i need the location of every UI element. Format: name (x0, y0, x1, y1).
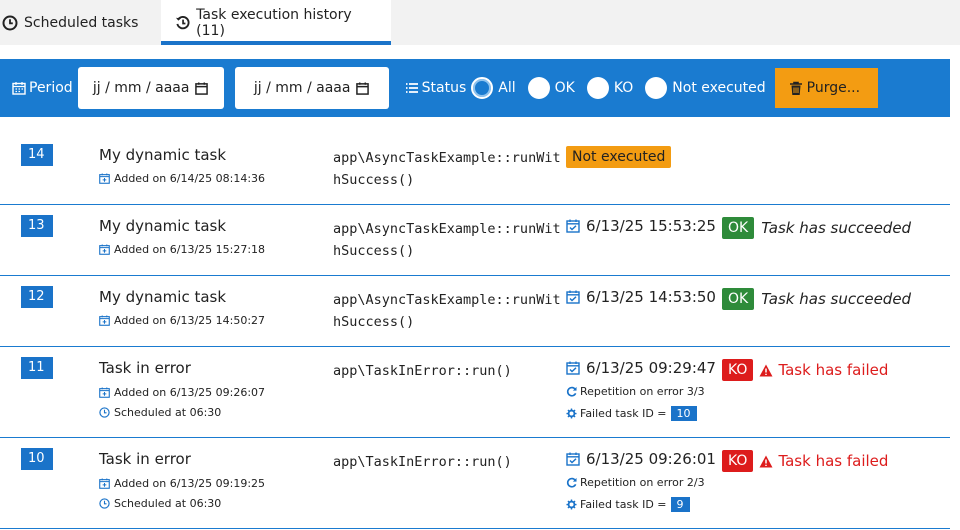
redo-icon (566, 477, 577, 488)
radio-icon (645, 77, 668, 99)
warning-icon (759, 455, 773, 467)
task-method: app\TaskInError::run() (333, 454, 512, 470)
warning-icon (759, 364, 773, 376)
executed-date: 6/13/25 09:29:47 (566, 359, 716, 377)
added-date: Added on 6/14/25 08:14:36 (99, 172, 265, 185)
status-cell: KO Task has failed (722, 359, 888, 381)
status-radio-ko[interactable]: KO (586, 77, 633, 99)
status-radio-all[interactable]: All (471, 77, 516, 99)
task-id-badge: 11 (21, 357, 53, 379)
status-cell: Not executed (566, 146, 672, 168)
date-from-input[interactable]: jj / mm / aaaa (77, 67, 224, 109)
list-icon (405, 83, 418, 93)
status-badge: Not executed (566, 146, 672, 168)
failed-task-id-link[interactable]: 10 (670, 406, 697, 421)
clock-icon (99, 407, 110, 418)
task-name: My dynamic task (99, 288, 227, 306)
status-message: Task has failed (759, 452, 888, 470)
period-label: Period (12, 80, 73, 96)
list-item: 13 My dynamic task Added on 6/13/25 15:2… (0, 205, 950, 276)
execution-history-list: 14 My dynamic task Added on 6/14/25 08:1… (0, 134, 950, 529)
list-item: 11 Task in error Added on 6/13/25 09:26:… (0, 347, 950, 438)
status-radio-ok[interactable]: OK (527, 77, 575, 99)
scheduled-time: Scheduled at 06:30 (99, 406, 221, 419)
status-badge: OK (722, 217, 755, 239)
calendar-check-icon (566, 452, 580, 466)
filter-bar: Period jj / mm / aaaa jj / mm / aaaa Sta… (0, 59, 950, 117)
radio-selected-icon (471, 77, 494, 99)
trash-icon (789, 81, 802, 95)
task-method: app\AsyncTaskExample::runWithSuccess() (333, 292, 561, 330)
task-name: My dynamic task (99, 217, 227, 235)
failed-task-id-link[interactable]: 9 (670, 497, 690, 512)
repetition-info: Repetition on error 2/3 (566, 476, 705, 489)
gear-icon (566, 499, 577, 510)
calendar-icon (356, 81, 370, 95)
tab-execution-history[interactable]: Task execution history (11) (161, 0, 391, 45)
failed-task-info: Failed task ID = 9 (566, 497, 690, 512)
repetition-info: Repetition on error 3/3 (566, 385, 705, 398)
task-id-badge: 14 (21, 144, 53, 166)
task-name: My dynamic task (99, 146, 227, 164)
status-badge: KO (722, 450, 754, 472)
added-date: Added on 6/13/25 15:27:18 (99, 243, 265, 256)
task-id-badge: 12 (21, 286, 53, 308)
list-item: 14 My dynamic task Added on 6/14/25 08:1… (0, 134, 950, 205)
calendar-icon (195, 81, 209, 95)
tab-scheduled-tasks[interactable]: Scheduled tasks (0, 0, 161, 45)
status-cell: KO Task has failed (722, 450, 888, 472)
executed-date: 6/13/25 15:53:25 (566, 217, 716, 235)
radio-icon (527, 77, 550, 99)
redo-icon (566, 386, 577, 397)
task-id-badge: 10 (21, 448, 53, 470)
failed-task-info: Failed task ID = 10 (566, 406, 697, 421)
status-label: Status (405, 80, 466, 96)
task-name: Task in error (99, 450, 191, 468)
status-cell: OK Task has succeeded (722, 288, 911, 310)
calendar-check-icon (566, 361, 580, 375)
calendar-check-icon (566, 219, 580, 233)
calendar-icon (12, 82, 26, 95)
gear-icon (566, 408, 577, 419)
status-message: Task has succeeded (761, 219, 912, 237)
status-message: Task has failed (759, 361, 888, 379)
added-date: Added on 6/13/25 09:26:07 (99, 386, 265, 399)
clock-icon (2, 15, 18, 30)
task-method: app\AsyncTaskExample::runWithSuccess() (333, 150, 561, 188)
task-id-badge: 13 (21, 215, 53, 237)
calendar-plus-icon (99, 478, 110, 489)
status-cell: OK Task has succeeded (722, 217, 911, 239)
tab-bar: Scheduled tasks Task execution history (… (0, 0, 960, 45)
scheduled-time: Scheduled at 06:30 (99, 497, 221, 510)
date-to-input[interactable]: jj / mm / aaaa (234, 67, 389, 109)
calendar-plus-icon (99, 387, 110, 398)
calendar-plus-icon (99, 173, 110, 184)
status-radio-not-executed[interactable]: Not executed (645, 77, 766, 99)
status-message: Task has succeeded (761, 290, 912, 308)
clock-icon (99, 498, 110, 509)
added-date: Added on 6/13/25 14:50:27 (99, 314, 265, 327)
status-badge: KO (722, 359, 754, 381)
radio-icon (586, 77, 609, 99)
calendar-plus-icon (99, 315, 110, 326)
executed-date: 6/13/25 14:53:50 (566, 288, 716, 306)
status-badge: OK (722, 288, 755, 310)
executed-date: 6/13/25 09:26:01 (566, 450, 716, 468)
tab-label: Scheduled tasks (24, 14, 139, 31)
list-item: 12 My dynamic task Added on 6/13/25 14:5… (0, 276, 950, 347)
task-method: app\TaskInError::run() (333, 363, 512, 379)
history-icon (175, 15, 190, 29)
tab-label: Task execution history (11) (196, 6, 352, 39)
added-date: Added on 6/13/25 09:19:25 (99, 477, 265, 490)
task-method: app\AsyncTaskExample::runWithSuccess() (333, 221, 561, 259)
calendar-plus-icon (99, 244, 110, 255)
task-name: Task in error (99, 359, 191, 377)
purge-button[interactable]: Purge... (774, 68, 879, 108)
calendar-check-icon (566, 290, 580, 304)
list-item: 10 Task in error Added on 6/13/25 09:19:… (0, 438, 950, 529)
